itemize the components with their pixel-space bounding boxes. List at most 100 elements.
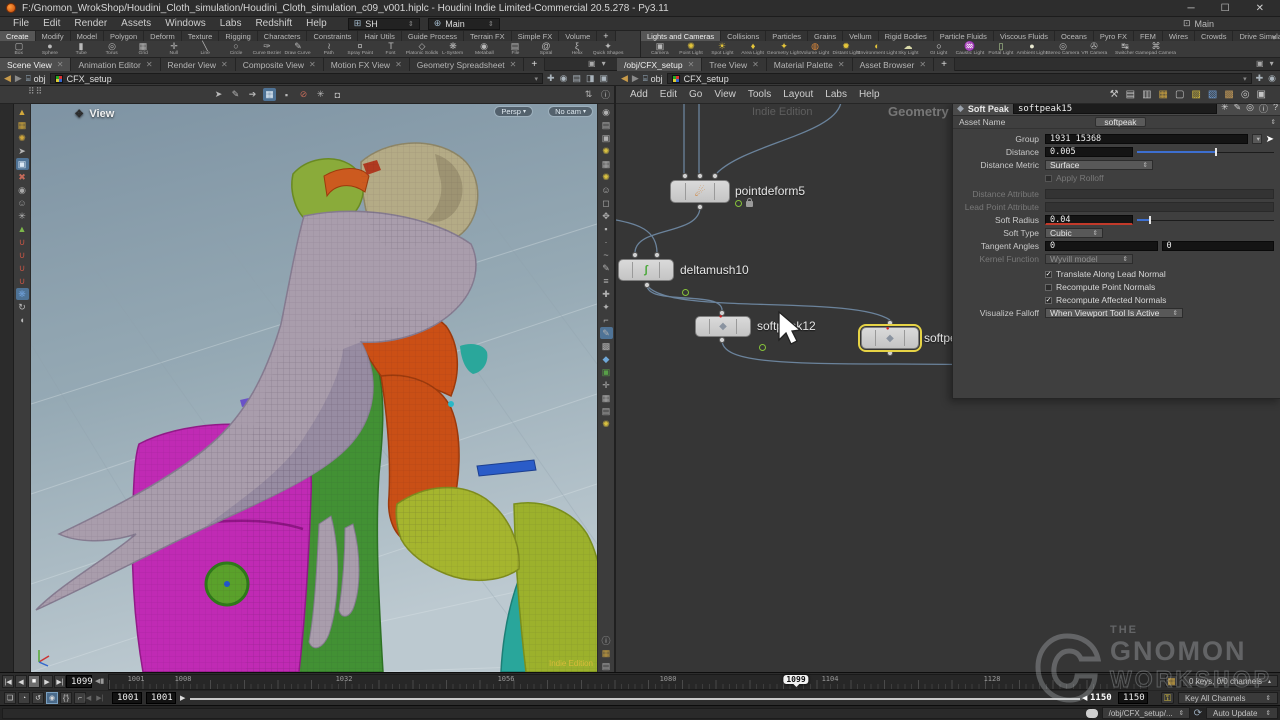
curve-display-icon[interactable]: ~ (600, 249, 613, 261)
shelf-tab-volume[interactable]: Volume (559, 31, 597, 41)
shelf-tab-texture[interactable]: Texture (182, 31, 220, 41)
current-frame-field[interactable]: 1099 (66, 675, 92, 688)
shelf-tool-gi-light[interactable]: ○GI Light (924, 42, 954, 57)
pane-tab-add[interactable]: + (934, 58, 955, 71)
tick-marks-icon[interactable]: {'} (60, 692, 72, 704)
distance-attribute-field[interactable] (1045, 189, 1274, 199)
range-end-icon[interactable]: ▶| (96, 694, 103, 702)
pane-tab-material-palette[interactable]: Material Palette✕ (767, 58, 853, 71)
net-menu-layout[interactable]: Layout (777, 89, 819, 100)
range-start-field[interactable]: 1001 (112, 692, 142, 704)
key-icon[interactable]: ⚿ (1161, 692, 1174, 704)
close-icon[interactable]: ✕ (309, 60, 316, 69)
shelf-tab-viscous-fluids[interactable]: Viscous Fluids (994, 31, 1055, 41)
brush-icon[interactable]: ✎ (1234, 104, 1242, 115)
edit-blue-icon[interactable]: ▧ (1208, 89, 1217, 100)
shelf-tool-volume-light[interactable]: ◍Volume Light (800, 42, 830, 57)
headlight-icon[interactable]: ✺ (600, 171, 613, 183)
asset-updown-icon[interactable]: ⇕ (1271, 118, 1276, 126)
close-icon[interactable]: ✕ (919, 60, 926, 69)
color-palette-icon[interactable]: ▦ (1159, 89, 1168, 100)
shelf-tool-draw-curve[interactable]: ✎Draw Curve (283, 42, 313, 57)
stop-button[interactable]: ■ (28, 675, 40, 688)
menu-labs[interactable]: Labs (213, 18, 249, 29)
scene-selector[interactable]: ⊕ Main ⇕ (428, 18, 500, 30)
shelf-tool-point-light[interactable]: ✺Point Light (676, 42, 706, 57)
loop-icon[interactable]: ↺ (32, 692, 44, 704)
pane-tab-scene-view[interactable]: Scene View✕ (0, 58, 71, 71)
pane-tab-add[interactable]: + (524, 58, 545, 71)
axis-triad-icon[interactable]: ▲ (16, 223, 29, 235)
node-softpeak15[interactable]: ◆● (861, 327, 919, 349)
snap-grid-icon[interactable]: ▦ (263, 88, 276, 101)
pose-icon[interactable]: ✖ (16, 171, 29, 183)
minimize-button[interactable]: ─ (1188, 3, 1195, 14)
edit-yellow-icon[interactable]: ▨ (1191, 89, 1200, 100)
lead-point-attribute-field[interactable] (1045, 202, 1274, 212)
node-name-field[interactable]: softpeak15 (1013, 104, 1217, 114)
image-plane-icon[interactable]: ▤ (600, 405, 613, 417)
lock-view-icon[interactable]: ▣ (600, 132, 613, 144)
close-button[interactable]: ✕ (1256, 3, 1264, 14)
brush-mode-icon[interactable]: ✎ (229, 88, 242, 101)
pane-menu-icon[interactable]: ▾ (1270, 59, 1274, 68)
select-arrow-icon[interactable]: ➤ (16, 145, 29, 157)
range-start2-field[interactable]: 1001 (146, 692, 176, 704)
recompute-affected-normals-checkbox[interactable]: ✓ (1045, 297, 1052, 304)
shelf-tab-deform[interactable]: Deform (144, 31, 182, 41)
shelf-tab-oceans[interactable]: Oceans (1055, 31, 1094, 41)
group-field[interactable]: 1931 15368 (1045, 134, 1248, 144)
snap-magnet-3-icon[interactable]: ∪ (16, 262, 29, 274)
shelf-tab-terrain-fx[interactable]: Terrain FX (464, 31, 512, 41)
net-menu-labs[interactable]: Labs (819, 89, 853, 100)
shelf-tab-wires[interactable]: Wires (1163, 31, 1195, 41)
close-icon[interactable]: ✕ (838, 60, 845, 69)
cube-display-icon[interactable]: ▪ (600, 223, 613, 235)
net-menu-tools[interactable]: Tools (742, 89, 777, 100)
shelf-tool-null[interactable]: ✛Null (159, 42, 189, 57)
prev-frame-button[interactable]: ◀ (15, 675, 27, 688)
shelf-tool-tube[interactable]: ▮Tube (66, 42, 96, 57)
node-softpeak12[interactable]: ◆● (695, 316, 751, 337)
keys-color-icon[interactable]: ▦ (1165, 675, 1178, 687)
frame-icon[interactable]: ◻ (600, 197, 613, 209)
snapshot-flag-icon[interactable]: ▣ (1257, 89, 1266, 100)
visibility-eye-icon[interactable]: ◉ (600, 106, 613, 118)
hand-icon[interactable]: ◖ (16, 314, 29, 326)
range-end-field[interactable]: 1150 (1118, 692, 1148, 704)
pane-tab-animation-editor[interactable]: Animation Editor✕ (71, 58, 160, 71)
diamond-icon[interactable]: ◆ (600, 353, 613, 365)
pane-maximize-icon[interactable]: ▣ (1256, 59, 1264, 68)
sphere-tool-icon[interactable]: ◉ (16, 184, 29, 196)
back-arrow-icon[interactable]: ◀ (4, 73, 11, 84)
pane-tab-geometry-spreadsheet[interactable]: Geometry Spreadsheet✕ (410, 58, 525, 71)
plus-display-icon[interactable]: ✚ (600, 288, 613, 300)
brush-display-icon[interactable]: ✎ (600, 327, 613, 339)
pin-icon[interactable]: ✚ (547, 73, 555, 84)
node-pointdeform5[interactable]: ☄ (670, 180, 730, 203)
zoom-icon[interactable]: ◎ (1241, 89, 1250, 100)
menu-file[interactable]: File (6, 18, 36, 29)
display-flag-icon[interactable] (682, 289, 689, 296)
select-parts-icon[interactable]: ▦ (16, 119, 29, 131)
shelf-tool-spiral[interactable]: @Spiral (531, 42, 561, 57)
shelf-tool-font[interactable]: TFont (376, 42, 406, 57)
snapshot-icon[interactable]: ▤ (600, 660, 613, 672)
shelf-tool-portal-light[interactable]: ▯Portal Light (986, 42, 1016, 57)
color-grid-icon[interactable]: ▦ (600, 647, 613, 659)
shelf-tab-particles[interactable]: Particles (766, 31, 808, 41)
display-flag-icon[interactable] (735, 200, 742, 207)
sync-icon[interactable]: ◉ (1268, 73, 1276, 84)
update-mode-dropdown[interactable]: Auto Update⇕ (1206, 707, 1278, 719)
shelf-tab-rigid-bodies[interactable]: Rigid Bodies (879, 31, 934, 41)
shelf-tool-l-system[interactable]: ❋L-System (438, 42, 468, 57)
gear-star-icon[interactable]: ✳ (1221, 104, 1229, 115)
menu-redshift[interactable]: Redshift (248, 18, 299, 29)
play-button[interactable]: ▶ (41, 675, 53, 688)
tools-hammer-icon[interactable]: ⚒ (1110, 89, 1119, 100)
character-icon[interactable]: ☺ (16, 197, 29, 209)
audio-icon[interactable]: ◔ (18, 692, 30, 704)
gear-blue-icon[interactable]: ❋ (16, 288, 29, 300)
follow-playback-icon[interactable]: ❏ (4, 692, 16, 704)
shelf-tool-environment-light[interactable]: ◐Environment Light (862, 42, 892, 57)
